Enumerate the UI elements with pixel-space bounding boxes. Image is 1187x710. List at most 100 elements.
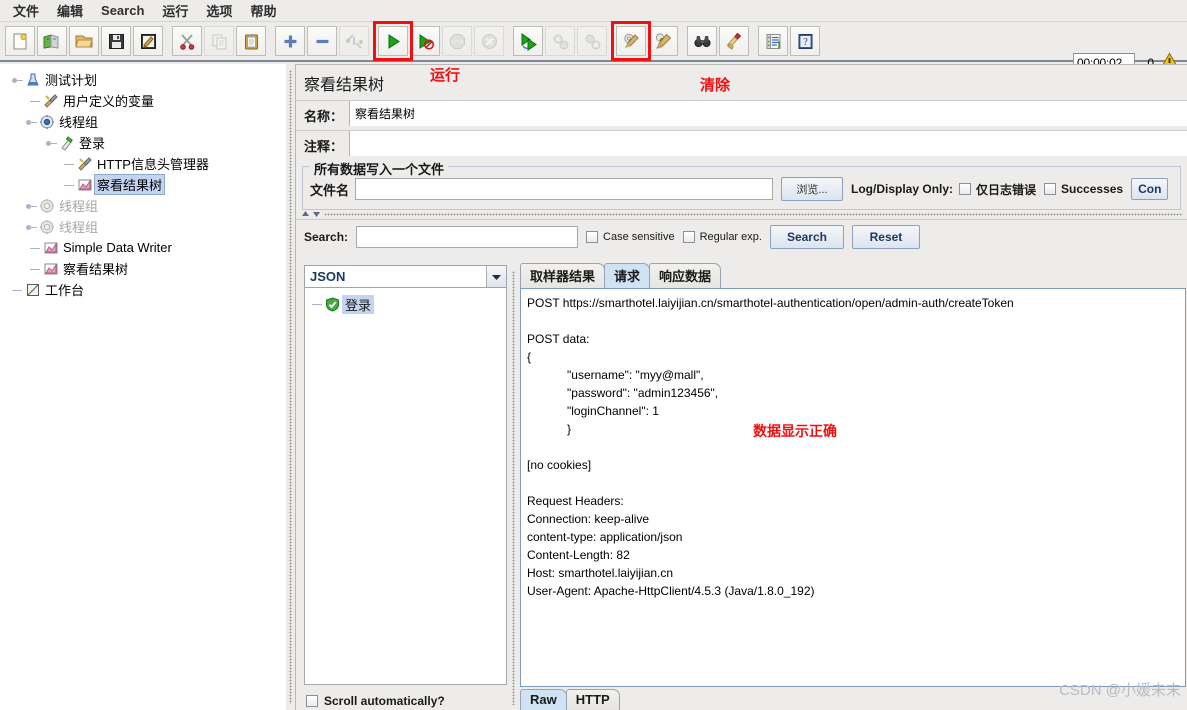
toolbar: STOP ? 00:00:02 0	[0, 21, 1187, 73]
renderer-select[interactable]: JSON	[304, 265, 507, 288]
open-button[interactable]	[69, 26, 99, 56]
case-sensitive-checkbox[interactable]	[586, 231, 599, 243]
new-file-icon	[11, 32, 30, 51]
paste-clipboard-icon	[242, 32, 261, 51]
comment-input[interactable]	[349, 131, 1187, 156]
menu-options[interactable]: 选项	[197, 0, 241, 23]
copy-button[interactable]	[204, 26, 234, 56]
start-button[interactable]	[373, 21, 413, 61]
menu-help[interactable]: 帮助	[241, 0, 285, 23]
menu-file[interactable]: 文件	[4, 0, 48, 23]
new-button[interactable]	[5, 26, 35, 56]
raw-http-tabs: Raw HTTP	[518, 687, 1186, 710]
paste-button[interactable]	[236, 26, 266, 56]
splitter-collapse-arrows[interactable]	[301, 210, 321, 218]
reset-search-button[interactable]	[719, 26, 749, 56]
tree-node-label: 工作台	[45, 283, 85, 298]
start-no-pauses-button[interactable]	[410, 26, 440, 56]
tree-node-thread-group-1[interactable]: 线程组	[5, 111, 285, 132]
help-button[interactable]: ?	[790, 26, 820, 56]
search-submit-button[interactable]: Search	[769, 225, 844, 249]
splitter-grip	[512, 271, 515, 705]
scroll-automatically-row[interactable]: Scroll automatically?	[296, 685, 509, 710]
clear-all-button[interactable]	[648, 26, 678, 56]
remote-stop-all-button[interactable]	[545, 26, 575, 56]
successes-checkbox-wrap[interactable]: Successes	[1044, 182, 1123, 196]
tree-node-thread-group-2[interactable]: 线程组	[5, 195, 285, 216]
tree-node-thread-group-3[interactable]: 线程组	[5, 216, 285, 237]
name-input[interactable]	[349, 101, 1187, 126]
tree-node-view-results-tree-selected[interactable]: 察看结果树	[5, 174, 285, 195]
menu-run[interactable]: 运行	[153, 0, 197, 23]
successes-checkbox[interactable]	[1044, 183, 1057, 195]
tree-node-login-sampler[interactable]: 登录	[5, 132, 285, 153]
expand-handle[interactable]	[25, 221, 37, 233]
tree-node-http-header-manager[interactable]: HTTP信息头管理器	[5, 153, 285, 174]
results-splitter[interactable]	[509, 265, 518, 710]
splitter-grip	[289, 70, 292, 704]
expand-all-button[interactable]	[275, 26, 305, 56]
tree-node-test-plan[interactable]: 测试计划	[5, 69, 285, 90]
tree-node-view-results-tree-2[interactable]: 察看结果树	[5, 258, 285, 279]
save-button[interactable]	[101, 26, 131, 56]
reset-broom-icon	[725, 32, 744, 51]
expand-handle[interactable]	[25, 200, 37, 212]
scroll-automatically-checkbox[interactable]	[306, 695, 318, 707]
comment-label: 注释：	[304, 139, 344, 154]
menu-search[interactable]: Search	[92, 1, 153, 21]
results-tree[interactable]: 登录	[304, 288, 507, 685]
horizontal-splitter-top[interactable]	[296, 210, 1187, 219]
browse-button[interactable]: 浏览...	[781, 177, 844, 201]
result-detail-pane: 取样器结果 请求 响应数据 POST https://smarthotel.la…	[518, 263, 1187, 710]
search-button[interactable]	[687, 26, 717, 56]
splitter-grip	[324, 213, 1183, 216]
listener-chart-icon	[75, 177, 94, 193]
tree-node-user-defined-variables[interactable]: 用户定义的变量	[5, 90, 285, 111]
vertical-splitter[interactable]	[286, 64, 295, 710]
configure-button[interactable]: Con	[1131, 178, 1169, 200]
expand-handle[interactable]	[11, 74, 23, 86]
tree-node-workbench[interactable]: 工作台	[5, 279, 285, 300]
remote-shutdown-all-button[interactable]	[577, 26, 607, 56]
tree-node-simple-data-writer[interactable]: Simple Data Writer	[5, 237, 285, 258]
test-plan-tree-panel[interactable]: 测试计划 用户定义的变量 线程组 登录 HTTP信息头管理器 察看结果树 线程组…	[0, 64, 286, 710]
open-folder-icon	[74, 32, 94, 51]
shutdown-icon	[480, 32, 499, 51]
search-input[interactable]	[356, 226, 579, 248]
function-helper-button[interactable]	[758, 26, 788, 56]
test-plan-flask-icon	[23, 72, 42, 88]
result-item-login[interactable]: 登录	[311, 294, 506, 314]
name-label: 名称：	[304, 109, 344, 124]
case-sensitive-checkbox-wrap[interactable]: Case sensitive	[586, 231, 675, 243]
toggle-button[interactable]	[339, 26, 369, 56]
save-as-button[interactable]	[133, 26, 163, 56]
success-shield-check-icon	[323, 296, 342, 312]
stop-button[interactable]: STOP	[442, 26, 472, 56]
errors-only-checkbox-wrap[interactable]: 仅日志错误	[959, 181, 1036, 198]
cut-button[interactable]	[172, 26, 202, 56]
tab-http[interactable]: HTTP	[565, 689, 620, 710]
regular-exp-checkbox-wrap[interactable]: Regular exp.	[682, 231, 762, 243]
tab-response-data[interactable]: 响应数据	[649, 263, 722, 288]
clear-button[interactable]	[611, 21, 651, 61]
shutdown-button[interactable]	[474, 26, 504, 56]
tab-sampler-result[interactable]: 取样器结果	[520, 263, 606, 288]
expand-handle[interactable]	[25, 116, 37, 128]
templates-button[interactable]	[37, 26, 67, 56]
svg-text:?: ?	[803, 37, 808, 48]
errors-only-checkbox[interactable]	[959, 183, 972, 195]
search-reset-button[interactable]: Reset	[851, 225, 920, 249]
regular-exp-checkbox[interactable]	[682, 231, 695, 243]
filename-input[interactable]	[355, 178, 774, 200]
tab-request[interactable]: 请求	[604, 263, 651, 288]
chevron-down-icon[interactable]	[486, 266, 506, 287]
expand-handle[interactable]	[45, 137, 57, 149]
collapse-all-button[interactable]	[307, 26, 337, 56]
remote-start-all-button[interactable]	[513, 26, 543, 56]
menu-edit[interactable]: 编辑	[48, 0, 92, 23]
tree-node-label: 用户定义的变量	[63, 94, 155, 109]
chevron-down-icon	[313, 212, 320, 217]
config-tools-icon	[41, 93, 60, 109]
tab-raw[interactable]: Raw	[520, 689, 567, 710]
request-body-text[interactable]: POST https://smarthotel.laiyijian.cn/sma…	[520, 288, 1186, 687]
